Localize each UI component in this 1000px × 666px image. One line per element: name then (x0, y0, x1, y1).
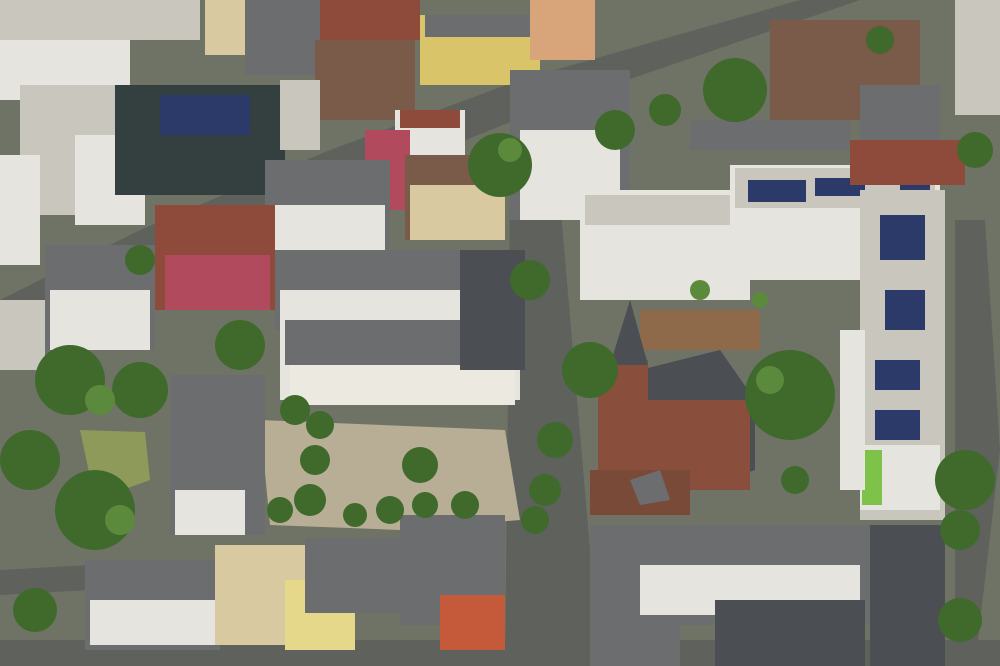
building-center-school (275, 250, 525, 405)
aerial-photo (0, 0, 1000, 666)
buildings-mid-left (170, 375, 265, 535)
